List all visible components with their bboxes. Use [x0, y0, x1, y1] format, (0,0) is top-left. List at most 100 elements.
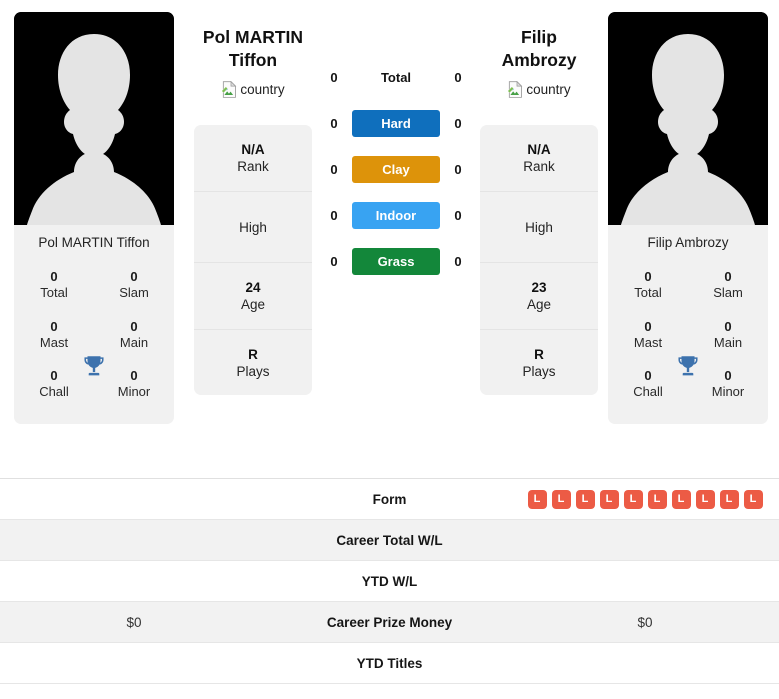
value: 0	[644, 269, 652, 285]
right-form-cell: L L L L L L L L L L	[511, 489, 779, 509]
label: Plays	[236, 363, 270, 379]
surface-row-clay: 0 Clay 0	[312, 156, 480, 183]
left-bio-box: N/A Rank High 24 Age R Plays	[194, 125, 312, 396]
value: N/A	[241, 142, 265, 158]
left-titles-main: 0 Main	[94, 311, 174, 361]
left-career-prize-money: $0	[126, 614, 142, 630]
country-alt-text: country	[240, 81, 285, 97]
right-bio-age: 23 Age	[480, 263, 598, 330]
label: Slam	[119, 285, 149, 301]
table-row-career-total-wl: Career Total W/L	[0, 520, 779, 561]
name-line-1: Pol MARTIN	[202, 27, 304, 47]
surface-row-indoor: 0 Indoor 0	[312, 202, 480, 229]
form-badge[interactable]: L	[599, 489, 619, 509]
right-player-photo	[608, 12, 768, 225]
table-row-ytd-wl: YTD W/L	[0, 561, 779, 602]
value: 0	[130, 318, 138, 334]
name-line-1: Filip	[521, 27, 557, 47]
label: Minor	[117, 384, 151, 400]
table-row-ytd-titles: YTD Titles	[0, 643, 779, 684]
left-player-card[interactable]: Pol MARTIN Tiffon 0 Total 0 Slam 0 Mast …	[14, 12, 174, 424]
label: Mast	[633, 334, 663, 350]
left-titles-slam: 0 Slam	[94, 261, 174, 311]
left-hard-wins: 0	[330, 116, 338, 131]
left-titles-grid: 0 Total 0 Slam 0 Mast 0 Main 0 Chall 0 M…	[14, 257, 174, 424]
right-clay-wins: 0	[454, 162, 462, 177]
right-titles-grid: 0 Total 0 Slam 0 Mast 0 Main 0 Chall 0 M…	[608, 257, 768, 424]
left-player-name: Pol MARTIN Tiffon	[203, 26, 303, 72]
right-titles-slam: 0 Slam	[688, 261, 768, 311]
form-badge[interactable]: L	[743, 489, 763, 509]
right-bio-plays: R Plays	[480, 330, 598, 396]
value: 0	[130, 368, 138, 384]
table-row-form: Form L L L L L L L L L L	[0, 479, 779, 520]
right-hard-wins: 0	[454, 116, 462, 131]
surface-badge-grass[interactable]: Grass	[352, 248, 440, 275]
surface-badge-indoor[interactable]: Indoor	[352, 202, 440, 229]
right-player-card[interactable]: Filip Ambrozy 0 Total 0 Slam 0 Mast 0 Ma…	[608, 12, 768, 424]
label: Minor	[711, 384, 745, 400]
broken-image-icon	[221, 80, 237, 98]
row-label-form: Form	[372, 491, 407, 507]
row-label-ytd-wl: YTD W/L	[361, 573, 418, 589]
right-titles-chall: 0 Chall	[608, 360, 688, 410]
surface-row-grass: 0 Grass 0	[312, 248, 480, 275]
label: Slam	[713, 285, 743, 301]
table-row-career-prize-money: $0 Career Prize Money $0	[0, 602, 779, 643]
right-bio-rank: N/A Rank	[480, 125, 598, 192]
right-career-prize-money: $0	[637, 614, 653, 630]
form-badge[interactable]: L	[623, 489, 643, 509]
value: 0	[644, 368, 652, 384]
right-total-wins: 0	[454, 70, 462, 85]
right-bio-high: High	[480, 192, 598, 263]
avatar-silhouette-icon	[608, 12, 768, 225]
value: 0	[644, 318, 652, 334]
left-total-wins: 0	[330, 70, 338, 85]
left-photo-name: Pol MARTIN Tiffon	[38, 235, 150, 250]
form-badge[interactable]: L	[575, 489, 595, 509]
surface-badge-hard[interactable]: Hard	[352, 110, 440, 137]
left-titles-mast: 0 Mast	[14, 311, 94, 361]
surface-badge-clay[interactable]: Clay	[352, 156, 440, 183]
label: Total	[634, 285, 662, 301]
form-badge[interactable]: L	[551, 489, 571, 509]
broken-image-icon	[507, 80, 523, 98]
value: 0	[50, 269, 58, 285]
row-label-ytd-titles: YTD Titles	[356, 655, 423, 671]
form-badge[interactable]: L	[695, 489, 715, 509]
name-line-2: Tiffon	[228, 50, 278, 71]
comparison-area: Pol MARTIN Tiffon 0 Total 0 Slam 0 Mast …	[0, 0, 779, 478]
right-bio-column: Filip Ambrozy country N/A Rank High 23 A…	[480, 12, 598, 396]
label: High	[525, 219, 553, 235]
right-titles-main: 0 Main	[688, 311, 768, 361]
row-label-career-total-wl: Career Total W/L	[336, 532, 443, 548]
value: 0	[50, 368, 58, 384]
surface-row-total: 0 Total 0	[312, 64, 480, 91]
form-badge[interactable]: L	[527, 489, 547, 509]
left-indoor-wins: 0	[330, 208, 338, 223]
right-player-name: Filip Ambrozy	[502, 26, 577, 72]
row-label-career-prize-money: Career Prize Money	[326, 614, 453, 630]
value: 0	[724, 368, 732, 384]
label: Rank	[237, 159, 269, 175]
form-badge[interactable]: L	[671, 489, 691, 509]
label: Rank	[523, 159, 555, 175]
form-badge[interactable]: L	[647, 489, 667, 509]
left-bio-age: 24 Age	[194, 263, 312, 330]
label: High	[239, 219, 267, 235]
surface-comparison-column: 0 Total 0 0 Hard 0 0 Clay 0 0 Indoor 0 0	[312, 12, 480, 275]
label: Age	[526, 297, 552, 313]
label: Chall	[39, 384, 69, 400]
left-titles-total: 0 Total	[14, 261, 94, 311]
right-indoor-wins: 0	[454, 208, 462, 223]
right-titles-total: 0 Total	[608, 261, 688, 311]
form-badge[interactable]: L	[719, 489, 739, 509]
comparison-stats-table: Form L L L L L L L L L L Career Total W/…	[0, 478, 779, 684]
right-bio-box: N/A Rank High 23 Age R Plays	[480, 125, 598, 396]
left-bio-high: High	[194, 192, 312, 263]
value: R	[534, 346, 544, 362]
name-line-2: Ambrozy	[501, 50, 577, 71]
surface-row-hard: 0 Hard 0	[312, 110, 480, 137]
left-country-flag: country	[221, 79, 285, 99]
label: Main	[119, 334, 149, 350]
